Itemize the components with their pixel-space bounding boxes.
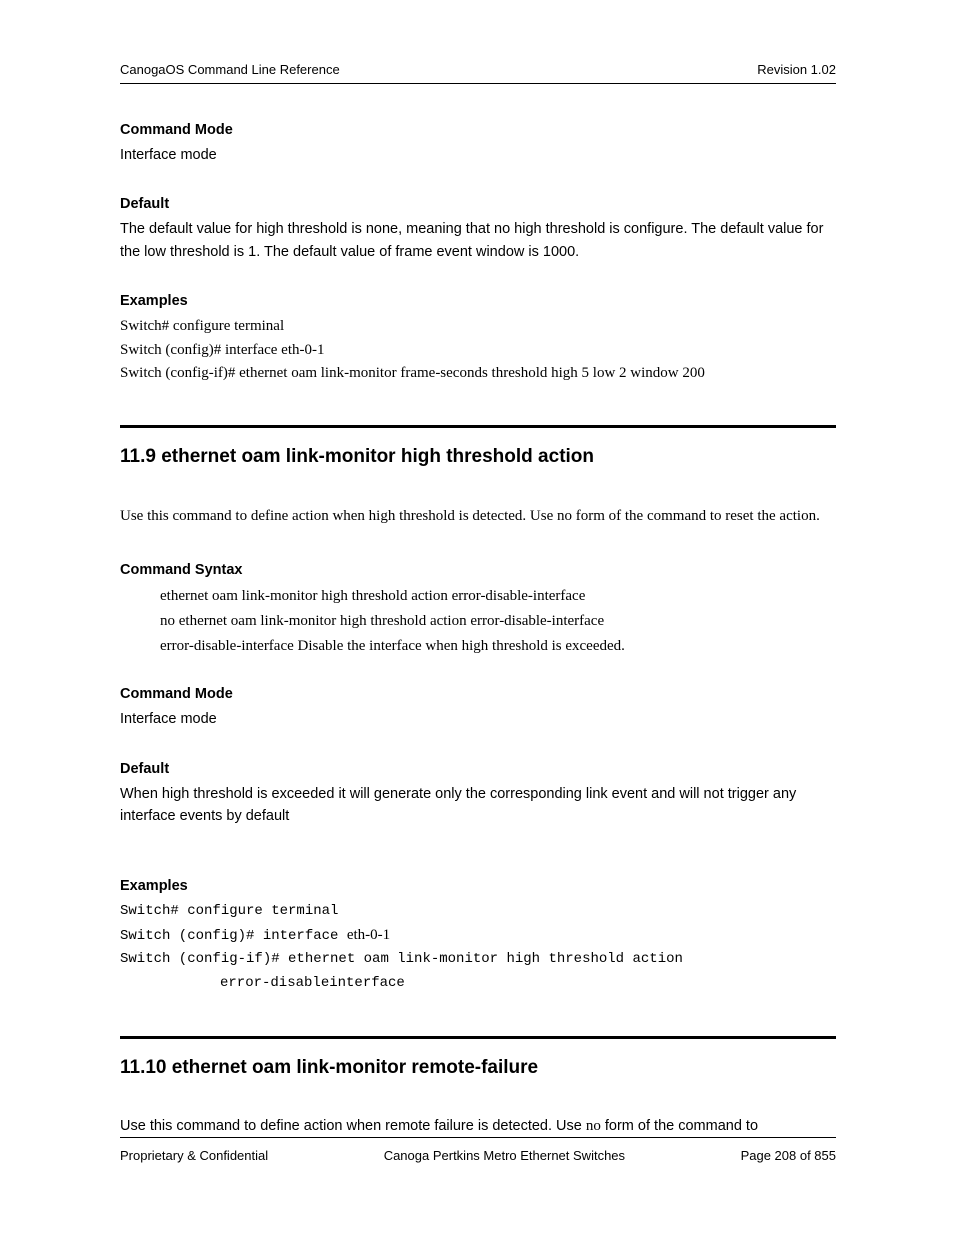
footer-right: Page 208 of 855 — [741, 1148, 836, 1163]
command-mode-label: Command Mode — [120, 686, 836, 702]
syntax-line: no ethernet oam link-monitor high thresh… — [160, 609, 836, 634]
footer-left: Proprietary & Confidential — [120, 1148, 268, 1163]
command-syntax-block: Command Syntax ethernet oam link-monitor… — [120, 562, 836, 658]
example-text-serif: eth-0-1 — [347, 927, 390, 943]
intro-text: form of the command to — [601, 1118, 758, 1134]
intro-no-keyword: no — [586, 1118, 601, 1134]
command-mode-block-2: Command Mode Interface mode — [120, 686, 836, 730]
header-left: CanogaOS Command Line Reference — [120, 62, 340, 77]
page-header: CanogaOS Command Line Reference Revision… — [120, 62, 836, 84]
section-title-11-10: 11.10 ethernet oam link-monitor remote-f… — [120, 1057, 836, 1079]
section-intro: Use this command to define action when h… — [120, 504, 836, 528]
examples-block-1: Examples Switch# configure terminal Swit… — [120, 293, 836, 385]
default-text: When high threshold is exceeded it will … — [120, 783, 836, 828]
example-line: Switch (config)# interface eth-0-1 — [120, 339, 836, 362]
examples-label: Examples — [120, 878, 836, 894]
example-line: Switch# configure terminal — [120, 315, 836, 338]
examples-label: Examples — [120, 293, 836, 309]
default-label: Default — [120, 761, 836, 777]
command-mode-text: Interface mode — [120, 708, 836, 730]
page-footer: Proprietary & Confidential Canoga Pertki… — [120, 1137, 836, 1163]
example-text: Switch (config)# interface — [120, 928, 347, 944]
syntax-line: error-disable-interface Disable the inte… — [160, 634, 836, 659]
footer-center: Canoga Pertkins Metro Ethernet Switches — [384, 1148, 625, 1163]
section-divider — [120, 425, 836, 428]
page: CanogaOS Command Line Reference Revision… — [0, 0, 954, 1235]
default-block-2: Default When high threshold is exceeded … — [120, 761, 836, 828]
intro-text: Use this command to define action when r… — [120, 1118, 586, 1134]
default-text: The default value for high threshold is … — [120, 218, 836, 263]
command-mode-text: Interface mode — [120, 144, 836, 166]
default-label: Default — [120, 196, 836, 212]
example-line: Switch (config-if)# ethernet oam link-mo… — [120, 362, 836, 385]
command-mode-block-1: Command Mode Interface mode — [120, 122, 836, 166]
header-right: Revision 1.02 — [757, 62, 836, 77]
section-title-11-9: 11.9 ethernet oam link-monitor high thre… — [120, 446, 836, 468]
examples-block-2: Examples Switch# configure terminal Swit… — [120, 878, 836, 996]
example-line: Switch (config-if)# ethernet oam link-mo… — [120, 948, 836, 972]
default-block-1: Default The default value for high thres… — [120, 196, 836, 263]
section-intro: Use this command to define action when r… — [120, 1115, 836, 1138]
example-line: error-disableinterface — [120, 972, 836, 996]
section-divider — [120, 1036, 836, 1039]
command-syntax-label: Command Syntax — [120, 562, 836, 578]
example-line: Switch# configure terminal — [120, 900, 836, 924]
command-mode-label: Command Mode — [120, 122, 836, 138]
example-line: Switch (config)# interface eth-0-1 — [120, 924, 836, 949]
syntax-line: ethernet oam link-monitor high threshold… — [160, 584, 836, 609]
